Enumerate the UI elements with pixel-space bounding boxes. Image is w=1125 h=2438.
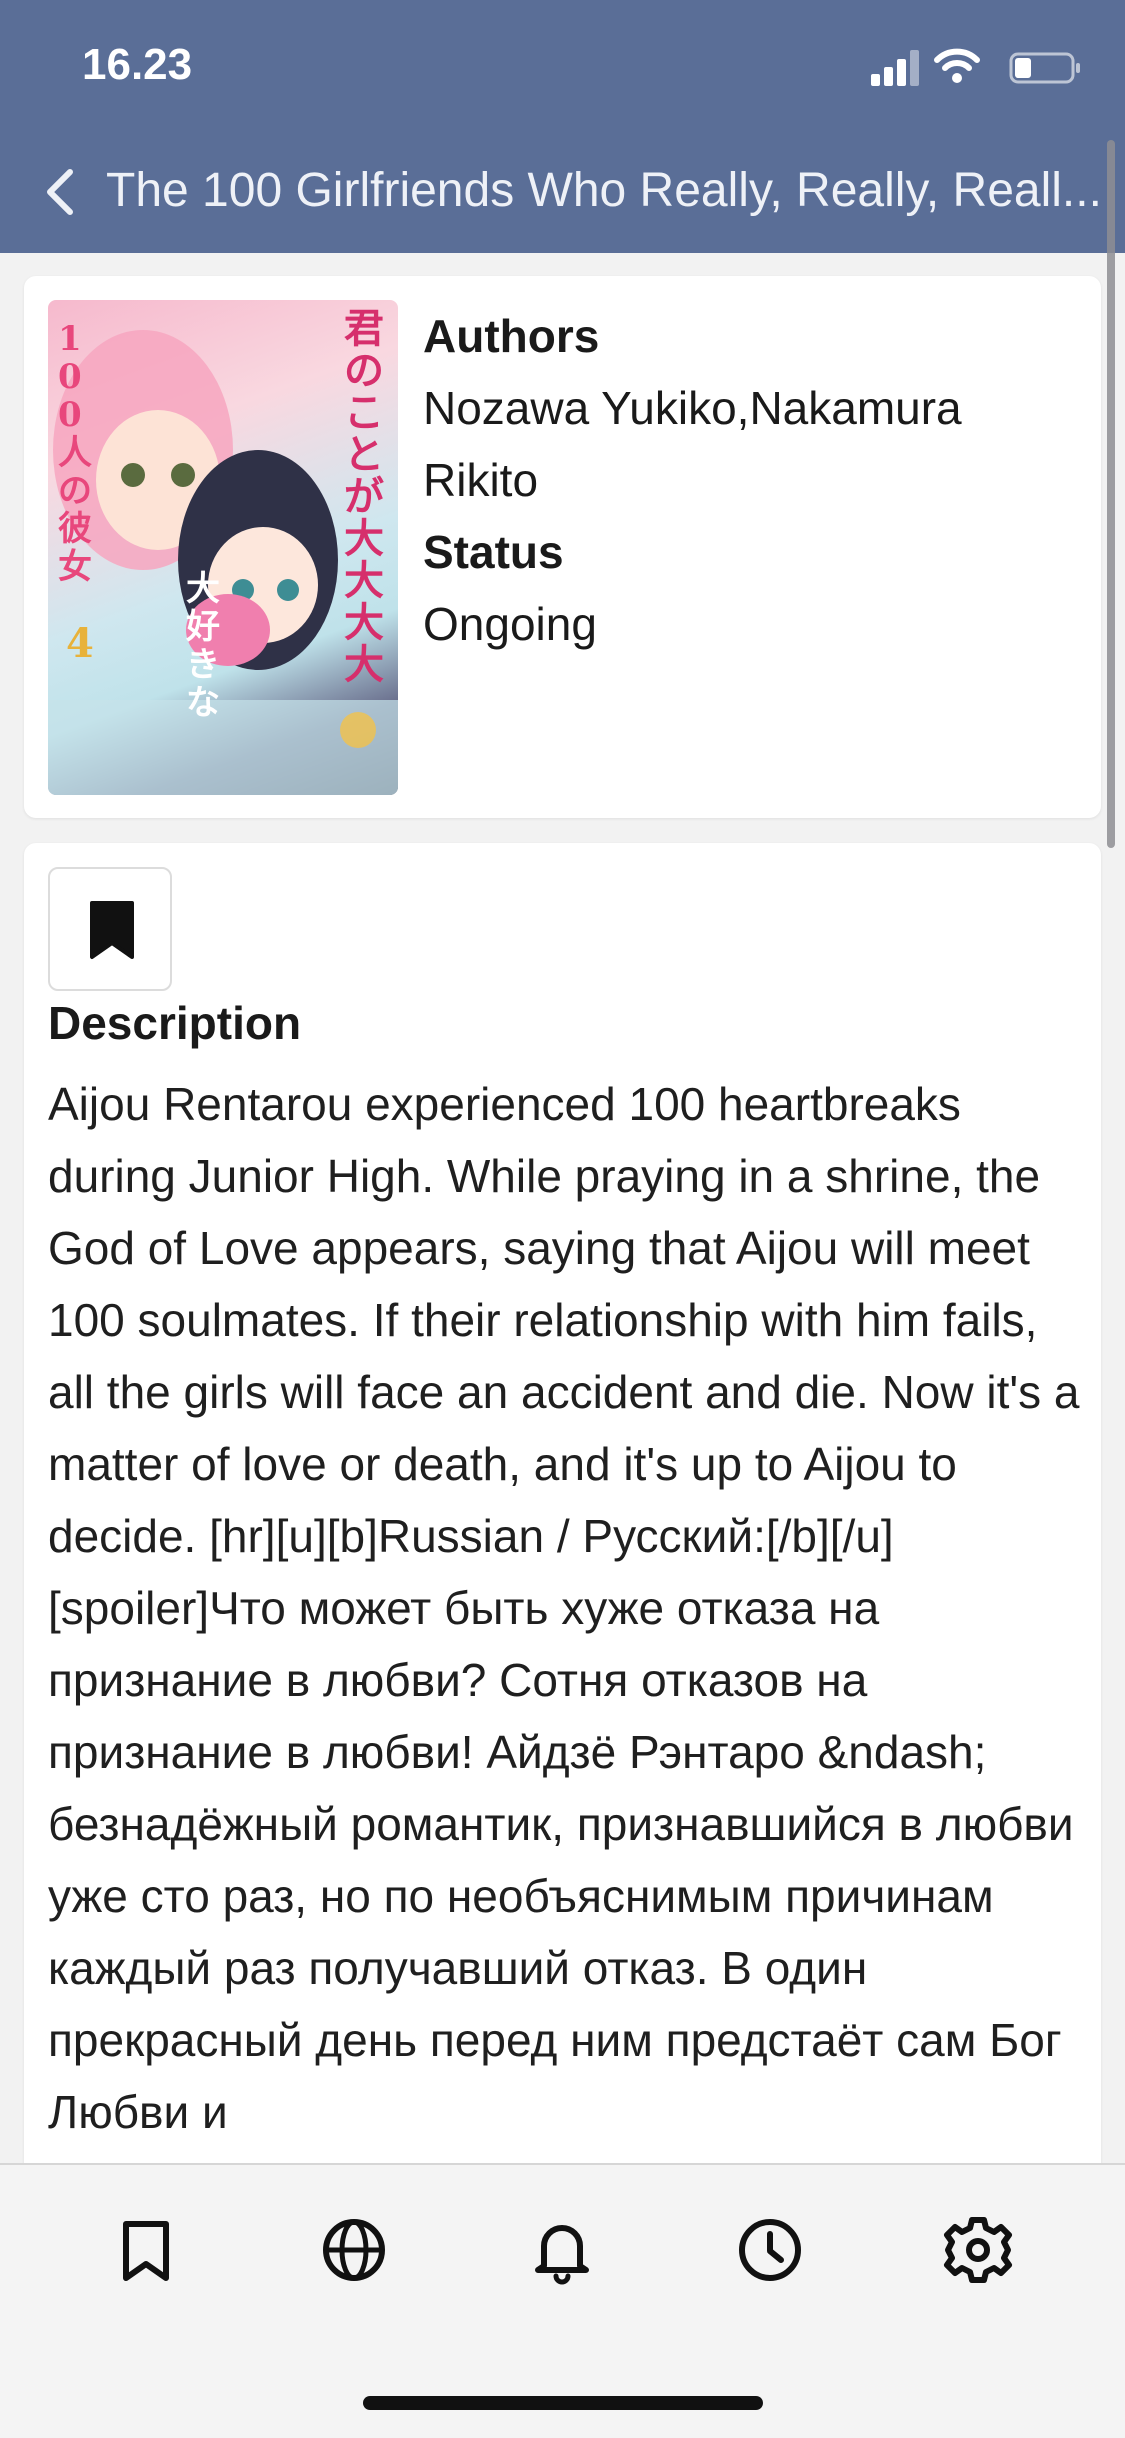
tab-library-bookmark-icon[interactable] bbox=[106, 2210, 186, 2290]
tab-settings-gear-icon[interactable] bbox=[938, 2210, 1018, 2290]
status-icons bbox=[863, 48, 1083, 86]
signal-icon bbox=[871, 50, 923, 86]
home-indicator bbox=[363, 2396, 763, 2410]
description-text: Aijou Rentarou experienced 100 heartbrea… bbox=[48, 1078, 1080, 2138]
back-chevron-icon[interactable] bbox=[34, 160, 84, 224]
status-value: Ongoing bbox=[423, 598, 597, 650]
cover-badge: 大好きな bbox=[186, 569, 220, 723]
cover-title-left: 100人の彼女 bbox=[58, 319, 92, 587]
cover-image[interactable]: 君のことが大大大大 100人の彼女 大好きな 4 bbox=[48, 300, 398, 795]
authors-label: Authors bbox=[423, 310, 600, 362]
manga-meta: Authors Nozawa Yukiko,Nakamura Rikito St… bbox=[423, 300, 1083, 660]
scrollbar[interactable] bbox=[1107, 140, 1115, 848]
battery-icon bbox=[1009, 52, 1080, 84]
status-label: Status bbox=[423, 526, 564, 578]
bookmark-icon bbox=[90, 901, 134, 959]
status-time: 16.23 bbox=[82, 40, 193, 89]
nav-title: The 100 Girlfriends Who Really, Really, … bbox=[106, 164, 1102, 217]
cover-volume: 4 bbox=[66, 620, 94, 667]
cover-title-right: 君のことが大大大大 bbox=[344, 305, 384, 688]
bookmark-button[interactable] bbox=[48, 867, 172, 991]
wifi-icon bbox=[934, 48, 980, 83]
tab-updates-bell-icon[interactable] bbox=[522, 2210, 602, 2290]
description-title: Description bbox=[48, 997, 302, 1049]
tab-history-clock-icon[interactable] bbox=[730, 2210, 810, 2290]
tab-browse-globe-icon[interactable] bbox=[314, 2210, 394, 2290]
header: 16.23 The 100 Girlfriends Who Really, Re… bbox=[0, 0, 1125, 253]
authors-value: Nozawa Yukiko,Nakamura Rikito bbox=[423, 382, 962, 506]
